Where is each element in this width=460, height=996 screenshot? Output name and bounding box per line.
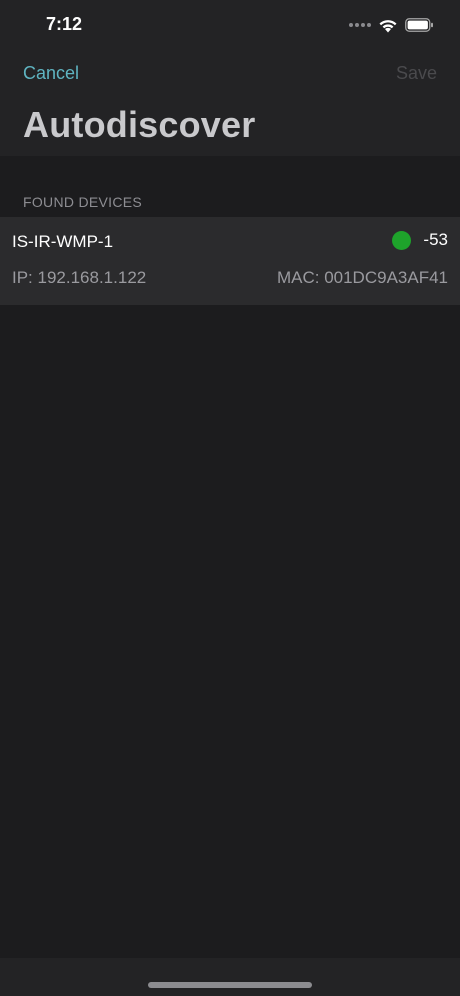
device-mac: MAC: 001DC9A3AF41 (276, 268, 448, 287)
device-signal: -53 (392, 230, 448, 250)
bottom-bar (0, 958, 460, 996)
save-button[interactable]: Save (396, 63, 437, 84)
navigation-header: 7:12 Cancel Save Autodiscover (0, 0, 460, 156)
status-icons (349, 16, 434, 34)
status-bar: 7:12 (0, 0, 460, 50)
signal-strength-value: -53 (423, 230, 448, 249)
page-title: Autodiscover (23, 104, 256, 145)
home-indicator[interactable] (148, 982, 312, 988)
cancel-button[interactable]: Cancel (23, 63, 79, 84)
signal-dots-icon (349, 23, 371, 27)
device-name: IS-IR-WMP-1 (12, 232, 114, 251)
battery-icon (405, 18, 433, 32)
device-row[interactable]: IS-IR-WMP-1 -53 IP: 192.168.1.122 MAC: 0… (0, 217, 460, 305)
status-time: 7:12 (46, 14, 83, 34)
device-ip: IP: 192.168.1.122 (12, 268, 147, 287)
section-header-found-devices: FOUND DEVICES (23, 194, 143, 210)
wifi-icon (379, 19, 397, 32)
signal-status-dot-icon (392, 230, 412, 250)
